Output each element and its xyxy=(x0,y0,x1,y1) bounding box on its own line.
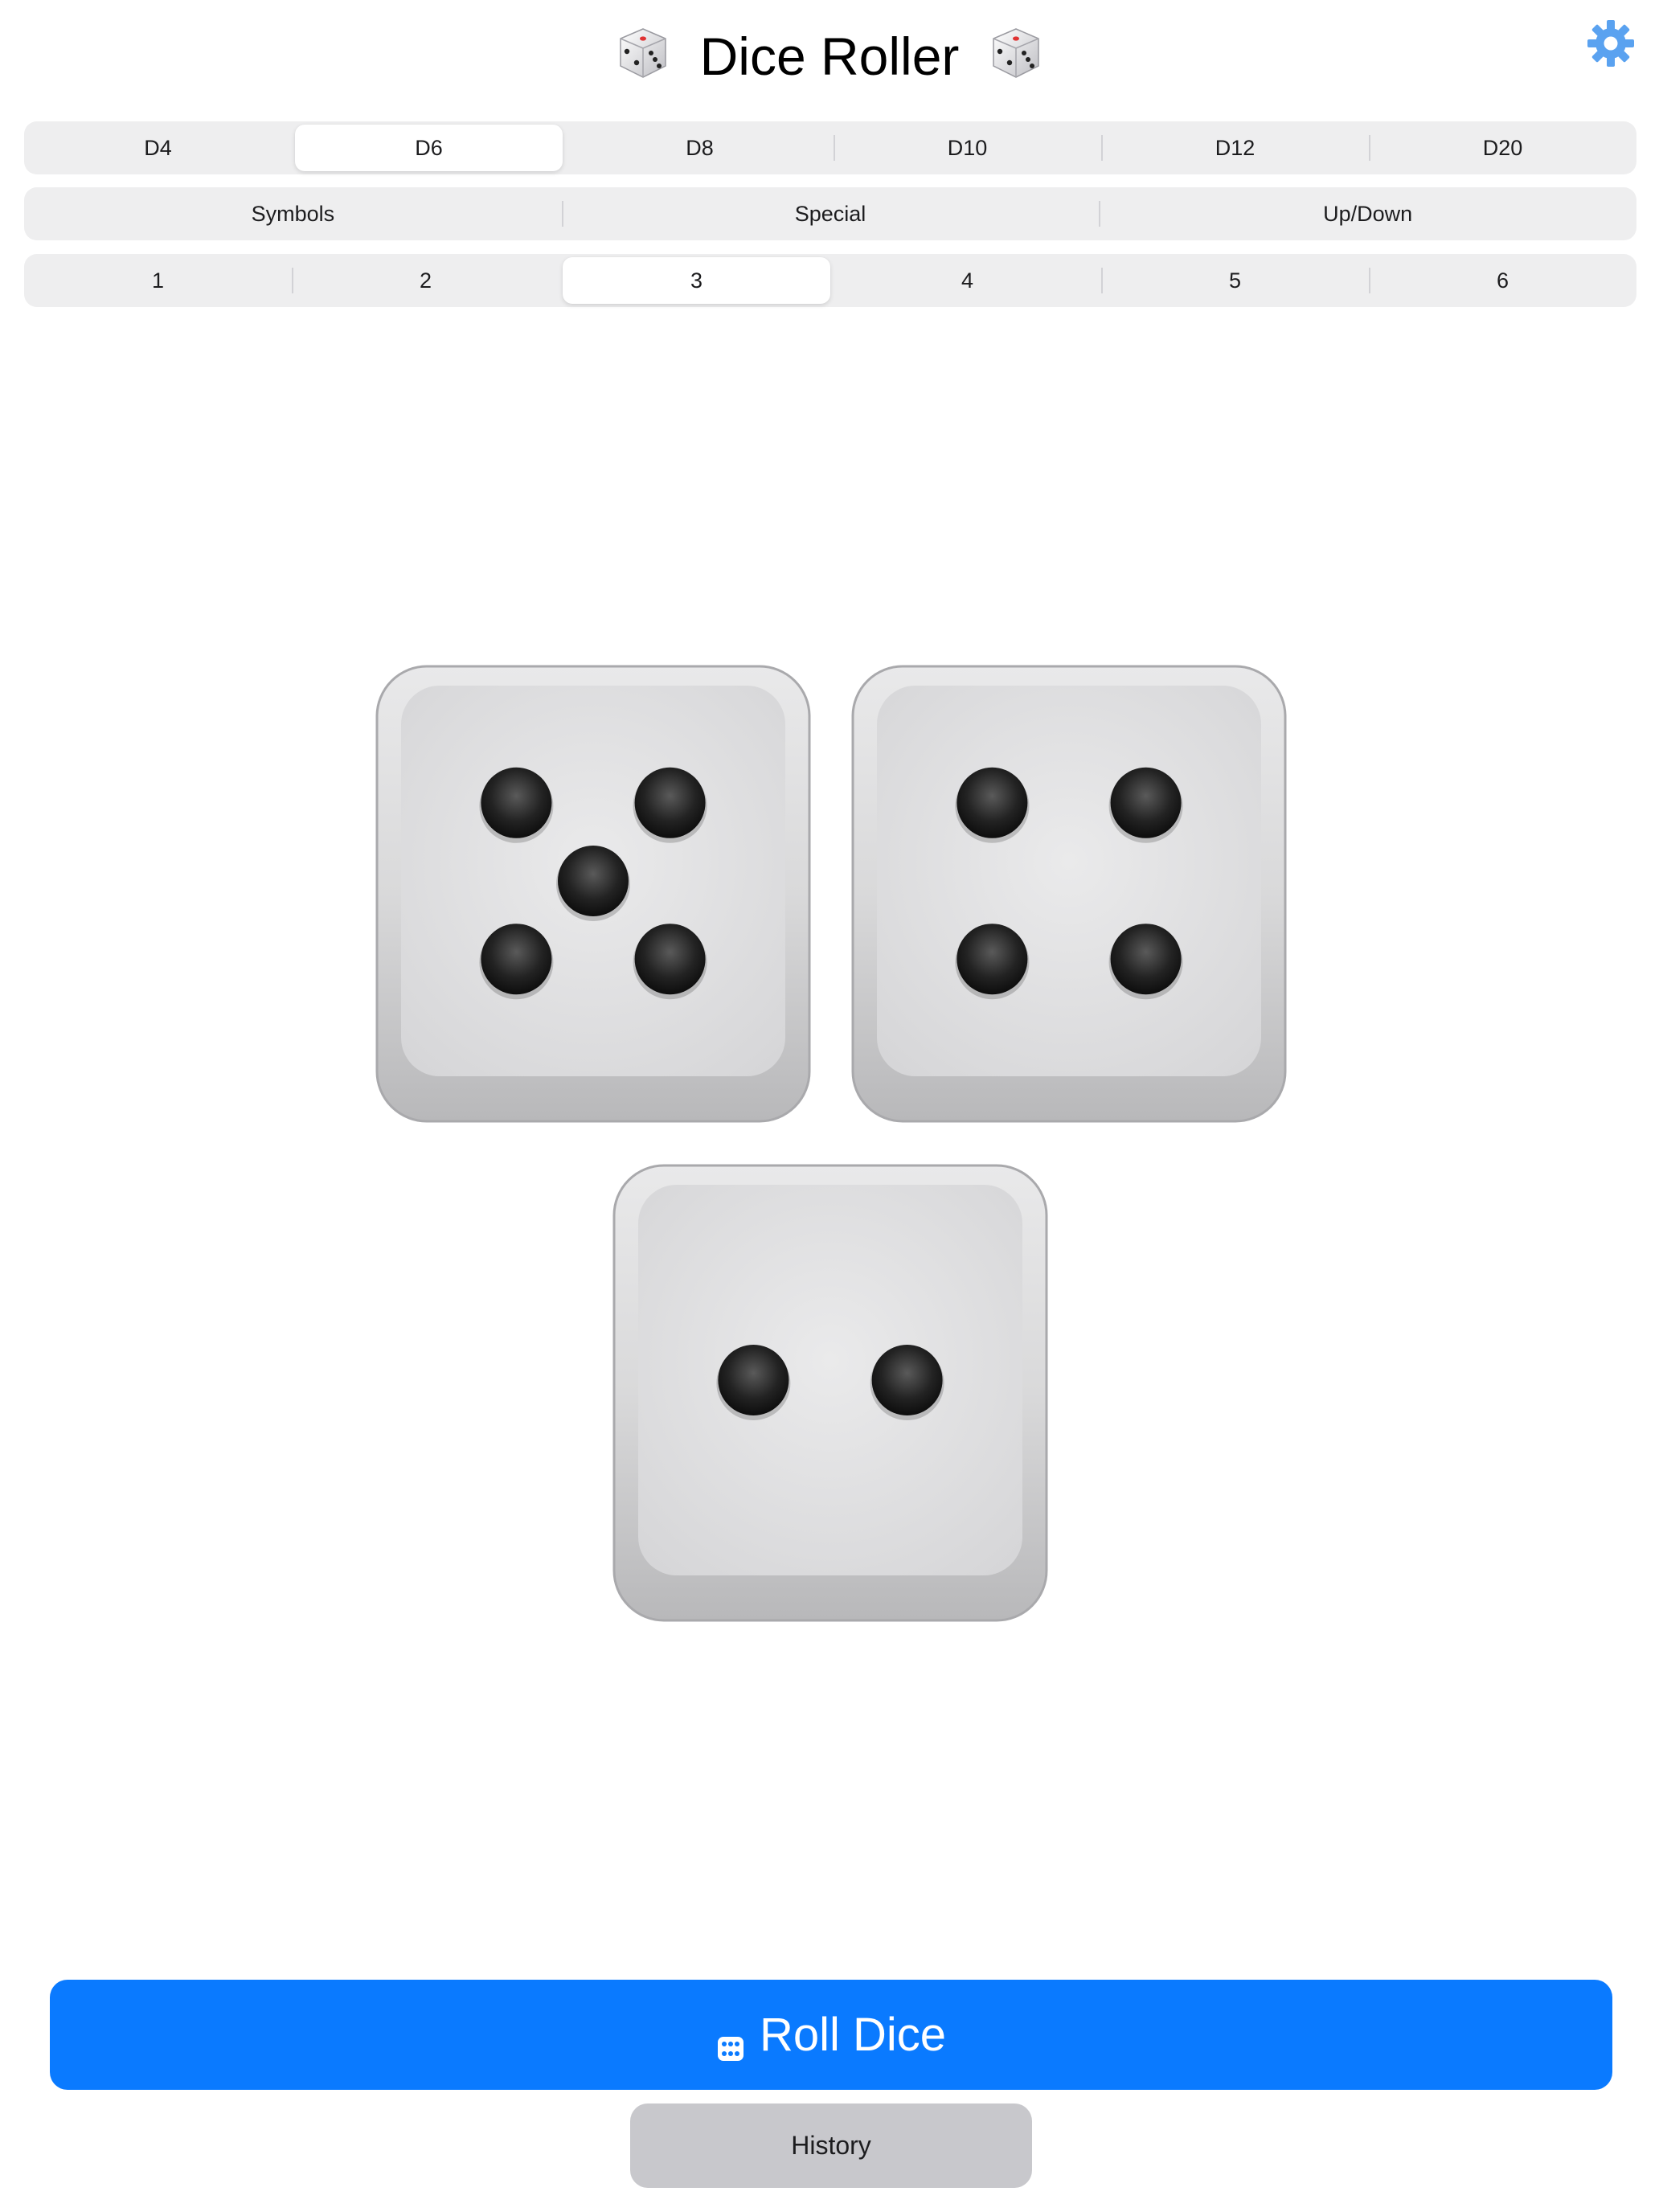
gear-icon[interactable] xyxy=(1585,18,1636,69)
title-text: Dice Roller xyxy=(699,26,960,86)
die-result-1 xyxy=(374,663,813,1124)
segment-symbols[interactable]: Symbols xyxy=(24,187,562,240)
segment-d20[interactable]: D20 xyxy=(1369,121,1636,174)
die-top-face xyxy=(877,686,1261,1076)
roll-dice-label: Roll Dice xyxy=(759,2009,947,2061)
die-pip xyxy=(956,767,1028,838)
page-title: Dice Roller xyxy=(0,18,1659,90)
segment-count-4[interactable]: 4 xyxy=(834,254,1101,307)
segment-d10[interactable]: D10 xyxy=(834,121,1101,174)
dice-icon xyxy=(716,2021,745,2061)
die-pip xyxy=(871,1345,943,1415)
die-result-3 xyxy=(611,1162,1050,1624)
die-face xyxy=(375,665,811,1123)
segment-d4[interactable]: D4 xyxy=(24,121,292,174)
die-pip xyxy=(634,767,706,838)
die-pip xyxy=(481,924,552,995)
die-top-face xyxy=(638,1185,1022,1575)
segment-d8[interactable]: D8 xyxy=(566,121,834,174)
die-pip xyxy=(718,1345,789,1415)
segment-count-3[interactable]: 3 xyxy=(563,257,830,304)
die-face xyxy=(612,1164,1048,1622)
roll-dice-button[interactable]: Roll Dice xyxy=(50,1980,1612,2090)
dice-count-selector: 1 2 3 4 5 6 xyxy=(24,254,1636,307)
die-pip xyxy=(956,924,1028,995)
die-pip xyxy=(634,924,706,995)
segment-count-6[interactable]: 6 xyxy=(1369,254,1636,307)
segment-count-2[interactable]: 2 xyxy=(292,254,559,307)
segment-count-5[interactable]: 5 xyxy=(1101,254,1369,307)
mode-selector: Symbols Special Up/Down xyxy=(24,187,1636,240)
die-face xyxy=(851,665,1287,1123)
segment-special[interactable]: Special xyxy=(561,187,1100,240)
die-result-2 xyxy=(850,663,1288,1124)
header: Dice Roller xyxy=(0,0,1659,104)
die-pip xyxy=(1110,767,1182,838)
segment-up-down[interactable]: Up/Down xyxy=(1099,187,1636,240)
die-type-selector: D4 D6 D8 D10 D12 D20 xyxy=(24,121,1636,174)
die-emoji-icon xyxy=(989,26,1043,80)
die-emoji-icon xyxy=(616,26,670,80)
die-pip xyxy=(1110,924,1182,995)
history-button[interactable]: History xyxy=(630,2103,1032,2188)
segment-count-1[interactable]: 1 xyxy=(24,254,292,307)
die-pip xyxy=(481,767,552,838)
die-pip xyxy=(558,846,629,916)
segment-d12[interactable]: D12 xyxy=(1101,121,1369,174)
segment-d6[interactable]: D6 xyxy=(295,125,563,171)
